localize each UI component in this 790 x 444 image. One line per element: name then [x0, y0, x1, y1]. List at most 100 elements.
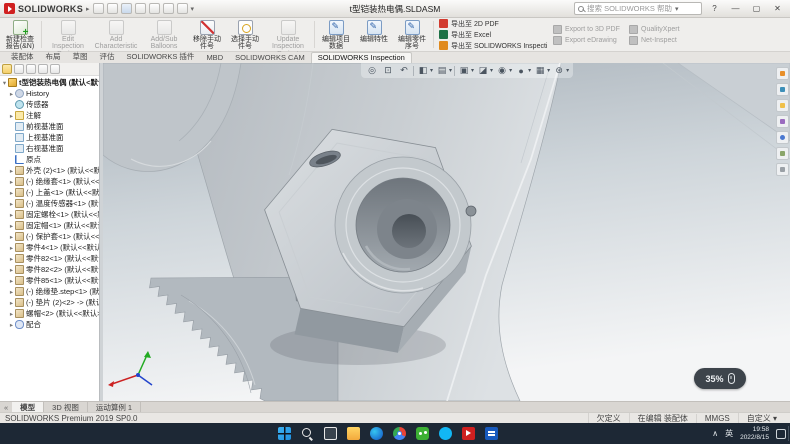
tree-item[interactable]: ▸固定帽<1> (默认<<默认>_显示状态 1>): [1, 220, 99, 231]
view-palette-icon[interactable]: [776, 115, 789, 128]
displaymanager-tab-icon[interactable]: [50, 64, 60, 74]
menu-expand-arrow[interactable]: ▸: [86, 5, 90, 13]
qualityxpert-button[interactable]: QualityXpert: [629, 25, 683, 34]
tree-item[interactable]: ▸注解: [1, 110, 99, 121]
solidworks-resources-icon[interactable]: [776, 67, 789, 80]
tree-item[interactable]: 右视基准面: [1, 143, 99, 154]
new-file-icon[interactable]: [93, 3, 104, 14]
tree-item[interactable]: ▸固定螺栓<1> (默认<<默认>_显示状态 1>): [1, 209, 99, 220]
edit-characteristics-button[interactable]: 编辑特性: [356, 19, 392, 50]
file-explorer-pane-icon[interactable]: [776, 99, 789, 112]
export-3d-pdf-button[interactable]: Export to 3D PDF: [553, 25, 623, 34]
word-icon[interactable]: [485, 427, 498, 440]
propertymanager-tab-icon[interactable]: [14, 64, 24, 74]
export-2d-pdf-button[interactable]: 导出至 2D PDF: [439, 19, 547, 28]
quick-access-caret[interactable]: ▾: [191, 5, 195, 13]
zoom-fit-icon[interactable]: ◎: [365, 64, 379, 77]
apply-scene-icon[interactable]: ▦: [533, 64, 547, 77]
tree-item[interactable]: ▸零件4<1> (默认<<默认>_显示状态 1>): [1, 242, 99, 253]
previous-view-icon[interactable]: ↶: [397, 64, 411, 77]
tree-item[interactable]: 原点: [1, 154, 99, 165]
qq-icon[interactable]: [439, 427, 452, 440]
notification-center-icon[interactable]: [776, 429, 786, 439]
tab-cam[interactable]: SOLIDWORKS CAM: [229, 53, 311, 63]
search-input[interactable]: 搜索 SOLIDWORKS 帮助 ▾: [574, 2, 702, 15]
tab-sketch[interactable]: 草图: [67, 51, 94, 63]
dimxpertmanager-tab-icon[interactable]: [38, 64, 48, 74]
featuremanager-tab-icon[interactable]: [2, 64, 12, 74]
tree-item[interactable]: ▸(-) 绝缘垫.step<1> (默认<<默认>_显示状态 1>): [1, 286, 99, 297]
close-button[interactable]: ✕: [769, 2, 786, 16]
hide-show-items-icon[interactable]: ◉: [495, 64, 509, 77]
start-button-icon[interactable]: [278, 427, 291, 440]
tree-item[interactable]: 前视基准面: [1, 121, 99, 132]
status-units[interactable]: MMGS: [696, 414, 738, 423]
tree-item[interactable]: ▸(-) 垫片 (2)<2> -> (默认<<默认>_显示状态 1>): [1, 297, 99, 308]
tab-evaluate[interactable]: 评估: [94, 51, 121, 63]
tab-layout[interactable]: 布局: [40, 51, 67, 63]
tree-item[interactable]: ▸(-) 绝缘套<1> (默认<<默认>_显示状态 1>): [1, 176, 99, 187]
status-custom[interactable]: 自定义 ▾: [738, 413, 785, 424]
wechat-icon[interactable]: [416, 427, 429, 440]
edit-project-data-button[interactable]: 编辑项目数据: [318, 19, 354, 50]
remove-manual-balloons-button[interactable]: 移除手动件号: [189, 19, 225, 50]
custom-properties-icon[interactable]: [776, 147, 789, 160]
print-icon[interactable]: [135, 3, 146, 14]
tray-expand-icon[interactable]: ∧: [712, 429, 718, 438]
open-file-icon[interactable]: [107, 3, 118, 14]
export-inspection-standalone-button[interactable]: 导出至 SOLIDWORKS Inspection (独立): [439, 41, 547, 50]
3d-model-scene[interactable]: [103, 63, 790, 401]
edge-browser-icon[interactable]: [370, 427, 383, 440]
edit-inspection-project-button[interactable]: Edit Inspection Project: [45, 19, 91, 50]
view-settings-icon[interactable]: ⊛: [552, 64, 566, 77]
edit-appearance-icon[interactable]: ●: [514, 64, 528, 77]
tree-item[interactable]: ▸零件85<1> (默认<<默认>_显示状态 1>): [1, 275, 99, 286]
tree-item[interactable]: ▸History: [1, 88, 99, 99]
graphics-viewport[interactable]: ◎ ⊡ ↶ ◧▾ ▤▾ ▣▾ ◪▾ ◉▾ ●▾ ▦▾ ⊛▾: [103, 63, 790, 401]
annotation-view-icon[interactable]: ▤: [435, 64, 449, 77]
tree-item-root[interactable]: ▾t型铠装热电偶 (默认<默认_显示状态-1>): [1, 77, 99, 88]
maximize-button[interactable]: ▢: [748, 2, 765, 16]
design-library-icon[interactable]: [776, 83, 789, 96]
export-edrawing-button[interactable]: Export eDrawing: [553, 36, 623, 45]
ime-indicator[interactable]: 英: [725, 428, 733, 439]
configurationmanager-tab-icon[interactable]: [26, 64, 36, 74]
search-caret-icon[interactable]: ▾: [675, 5, 679, 13]
tree-item[interactable]: 传感器: [1, 99, 99, 110]
tab-mbd[interactable]: MBD: [200, 53, 229, 63]
taskbar-clock[interactable]: 19:58 2022/8/15: [740, 426, 769, 441]
tab-model[interactable]: 模型: [12, 402, 44, 412]
tab-addins[interactable]: SOLIDWORKS 插件: [121, 51, 201, 63]
solidworks-taskbar-icon[interactable]: [462, 427, 475, 440]
tab-scroll-left-icon[interactable]: «: [0, 403, 12, 412]
display-style-icon[interactable]: ◪: [476, 64, 490, 77]
help-button[interactable]: ?: [706, 2, 723, 16]
taskbar-search-icon[interactable]: [301, 427, 314, 440]
tab-motion-study[interactable]: 运动算例 1: [88, 402, 141, 412]
chrome-browser-icon[interactable]: [393, 427, 406, 440]
save-icon[interactable]: [121, 3, 132, 14]
undo-icon[interactable]: [149, 3, 160, 14]
net-inspect-button[interactable]: Net-Inspect: [629, 36, 683, 45]
tab-inspection[interactable]: SOLIDWORKS Inspection: [311, 52, 412, 63]
export-excel-button[interactable]: 导出至 Excel: [439, 30, 547, 39]
tree-item-mates[interactable]: ▸配合: [1, 319, 99, 330]
rebuild-icon[interactable]: [163, 3, 174, 14]
new-inspection-report-button[interactable]: 新建检查报告(&N): [2, 19, 38, 50]
tab-assembly[interactable]: 装配体: [5, 51, 40, 63]
task-view-icon[interactable]: [324, 427, 337, 440]
tree-item[interactable]: ▸(-) 温度传感器<1> (默认<<默认>_显示状态 1>): [1, 198, 99, 209]
tree-item[interactable]: ▸零件82<1> (默认<<默认>_显示状态 1>): [1, 253, 99, 264]
options-gear-icon[interactable]: [177, 3, 188, 14]
pick-manual-balloons-button[interactable]: 选择手动件号: [227, 19, 263, 50]
tree-item[interactable]: ▸(-) 上盖<1> (默认<<默认>_显示状态 1>): [1, 187, 99, 198]
appearances-scenes-icon[interactable]: [776, 131, 789, 144]
add-characteristic-button[interactable]: Add Characteristic: [93, 19, 139, 50]
section-view-icon[interactable]: ◧: [416, 64, 430, 77]
view-orientation-icon[interactable]: ▣: [457, 64, 471, 77]
balloons-button[interactable]: Add/Sub Balloons: [141, 19, 187, 50]
tree-item[interactable]: 上视基准面: [1, 132, 99, 143]
edit-balloon-numbers-button[interactable]: 编辑零件序号: [394, 19, 430, 50]
zoom-area-icon[interactable]: ⊡: [381, 64, 395, 77]
tree-item[interactable]: ▸(-) 保护套<1> (默认<<默认>_显示状态 1>): [1, 231, 99, 242]
